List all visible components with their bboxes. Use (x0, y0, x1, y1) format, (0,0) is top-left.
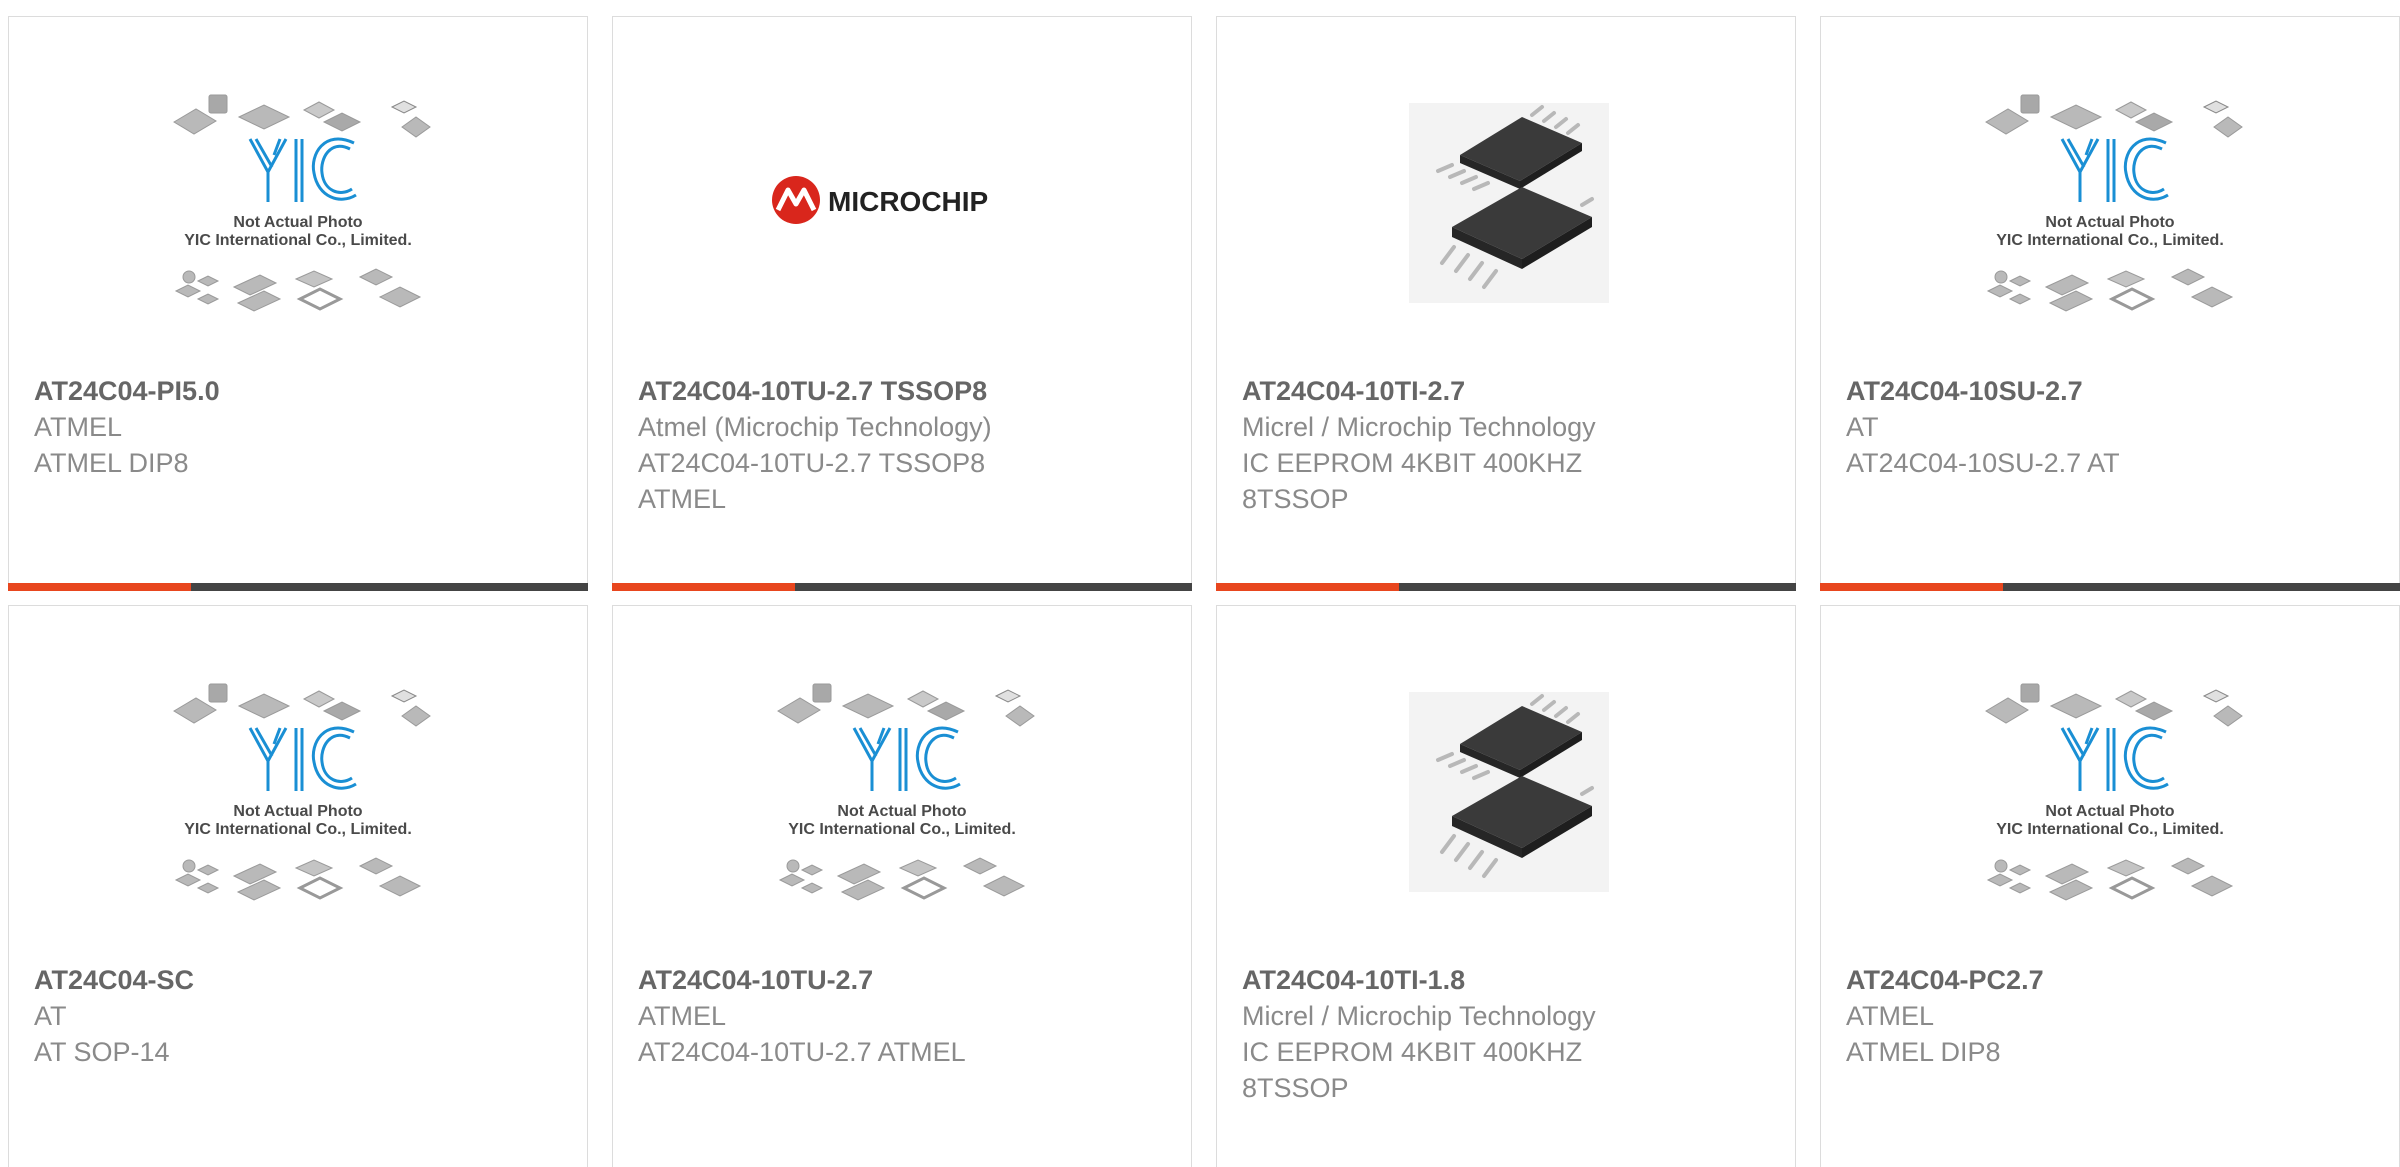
chip-packages-top-icon (173, 94, 431, 138)
yic-logo (248, 137, 357, 202)
product-description-line: AT24C04-10TU-2.7 TSSOP8 (638, 448, 986, 478)
card-accent-bar-base (2003, 583, 2400, 591)
placeholder-line-2: YIC International Co., Limited. (1996, 821, 2224, 838)
card-accent-bar-base (795, 583, 1192, 591)
product-description-line: ATMEL DIP8 (34, 448, 189, 478)
product-image[interactable]: MICROCHIP (768, 77, 1036, 323)
product-description-line: ATMEL DIP8 (1846, 1037, 2001, 1067)
product-image[interactable]: Not Actual Photo YIC International Co., … (164, 77, 432, 323)
card-accent-bar (612, 583, 1192, 591)
product-description-line: IC EEPROM 4KBIT 400KHZ (1242, 448, 1583, 478)
product-description-line: ATMEL (638, 484, 727, 514)
product-description-line: IC EEPROM 4KBIT 400KHZ (1242, 1037, 1583, 1067)
not-actual-photo-placeholder-image: Not Actual Photo YIC International Co., … (1985, 683, 2243, 901)
product-card[interactable]: AT24C04-10TI-1.8 Micrel / Microchip Techn… (1216, 605, 1796, 1167)
product-image[interactable]: Not Actual Photo YIC International Co., … (164, 666, 432, 912)
yic-logo (2060, 726, 2169, 791)
product-description-line: 8TSSOP (1242, 1073, 1349, 1103)
card-accent-bar (8, 583, 588, 591)
product-part-number[interactable]: AT24C04-10TI-2.7 (1242, 373, 1772, 409)
placeholder-line-2: YIC International Co., Limited. (1996, 232, 2224, 249)
product-info: AT24C04-10TU-2.7 ATMEL AT24C04-10TU-2.7 AT… (638, 962, 1168, 1070)
chip-packages-top-icon (777, 683, 1035, 727)
product-manufacturer: AT (34, 1001, 67, 1031)
placeholder-line-1: Not Actual Photo (233, 214, 362, 231)
product-manufacturer: Micrel / Microchip Technology (1242, 1001, 1596, 1031)
chip-packages-top-icon (1985, 94, 2243, 138)
product-part-number[interactable]: AT24C04-PC2.7 (1846, 962, 2376, 998)
yic-logo (852, 726, 961, 791)
product-card[interactable]: Not Actual Photo YIC International Co., … (8, 16, 588, 591)
chip-packages-bottom-icon (1986, 268, 2234, 312)
product-card[interactable]: MICROCHIP AT24C04-10TU-2.7 TSSOP8 Atmel (… (612, 16, 1192, 591)
product-manufacturer: ATMEL (638, 1001, 727, 1031)
product-manufacturer: AT (1846, 412, 1879, 442)
card-accent-bar-highlight (612, 583, 795, 591)
product-info: AT24C04-PC2.7 ATMEL ATMEL DIP8 (1846, 962, 2376, 1070)
product-info: AT24C04-10TI-2.7 Micrel / Microchip Techn… (1242, 373, 1772, 517)
placeholder-line-1: Not Actual Photo (233, 803, 362, 820)
product-manufacturer: Atmel (Microchip Technology) (638, 412, 992, 442)
product-image[interactable]: Not Actual Photo YIC International Co., … (1976, 666, 2244, 912)
product-card[interactable]: Not Actual Photo YIC International Co., … (1820, 16, 2400, 591)
not-actual-photo-placeholder-image: Not Actual Photo YIC International Co., … (1985, 94, 2243, 312)
card-accent-bar-highlight (1820, 583, 2003, 591)
yic-logo (2060, 137, 2169, 202)
not-actual-photo-placeholder-image: Not Actual Photo YIC International Co., … (173, 94, 431, 312)
microchip-wordmark: MICROCHIP (828, 186, 988, 217)
placeholder-line-2: YIC International Co., Limited. (184, 232, 412, 249)
card-accent-bar (1820, 583, 2400, 591)
placeholder-line-2: YIC International Co., Limited. (788, 821, 1016, 838)
product-manufacturer: Micrel / Microchip Technology (1242, 412, 1596, 442)
product-card[interactable]: Not Actual Photo YIC International Co., … (8, 605, 588, 1167)
product-info: AT24C04-10TU-2.7 TSSOP8 Atmel (Microchip … (638, 373, 1168, 517)
product-grid: Not Actual Photo YIC International Co., … (0, 0, 2400, 1167)
microchip-logo: MICROCHIP (772, 176, 988, 224)
product-part-number[interactable]: AT24C04-SC (34, 962, 564, 998)
product-card[interactable]: AT24C04-10TI-2.7 Micrel / Microchip Techn… (1216, 16, 1796, 591)
product-description-line: 8TSSOP (1242, 484, 1349, 514)
chip-packages-top-icon (173, 683, 431, 727)
chip-packages-top-icon (1985, 683, 2243, 727)
tssop-chip-photo (1409, 692, 1609, 892)
tssop-chip-photo (1409, 103, 1609, 303)
product-image[interactable]: Not Actual Photo YIC International Co., … (1976, 77, 2244, 323)
product-part-number[interactable]: AT24C04-10TU-2.7 (638, 962, 1168, 998)
not-actual-photo-placeholder-image: Not Actual Photo YIC International Co., … (777, 683, 1035, 901)
placeholder-line-2: YIC International Co., Limited. (184, 821, 412, 838)
product-part-number[interactable]: AT24C04-PI5.0 (34, 373, 564, 409)
product-description-line: AT SOP-14 (34, 1037, 170, 1067)
product-part-number[interactable]: AT24C04-10SU-2.7 (1846, 373, 2376, 409)
product-description-line: AT24C04-10TU-2.7 ATMEL (638, 1037, 966, 1067)
product-image[interactable] (1372, 77, 1640, 323)
microchip-emblem-icon (772, 176, 820, 224)
product-info: AT24C04-10SU-2.7 AT AT24C04-10SU-2.7 AT (1846, 373, 2376, 481)
product-description-line: AT24C04-10SU-2.7 AT (1846, 448, 2120, 478)
product-info: AT24C04-10TI-1.8 Micrel / Microchip Techn… (1242, 962, 1772, 1106)
card-accent-bar-base (191, 583, 588, 591)
card-accent-bar-highlight (1216, 583, 1399, 591)
product-card[interactable]: Not Actual Photo YIC International Co., … (612, 605, 1192, 1167)
placeholder-line-1: Not Actual Photo (2045, 214, 2174, 231)
product-card[interactable]: Not Actual Photo YIC International Co., … (1820, 605, 2400, 1167)
product-part-number[interactable]: AT24C04-10TU-2.7 TSSOP8 (638, 373, 1168, 409)
not-actual-photo-placeholder-image: Not Actual Photo YIC International Co., … (173, 683, 431, 901)
chip-packages-bottom-icon (174, 857, 422, 901)
product-info: AT24C04-SC AT AT SOP-14 (34, 962, 564, 1070)
chip-packages-bottom-icon (778, 857, 1026, 901)
yic-logo (248, 726, 357, 791)
product-image[interactable] (1372, 666, 1640, 912)
placeholder-line-1: Not Actual Photo (2045, 803, 2174, 820)
placeholder-line-1: Not Actual Photo (837, 803, 966, 820)
product-manufacturer: ATMEL (1846, 1001, 1935, 1031)
product-info: AT24C04-PI5.0 ATMEL ATMEL DIP8 (34, 373, 564, 481)
chip-packages-bottom-icon (1986, 857, 2234, 901)
card-accent-bar-highlight (8, 583, 191, 591)
card-accent-bar-base (1399, 583, 1796, 591)
product-image[interactable]: Not Actual Photo YIC International Co., … (768, 666, 1036, 912)
product-part-number[interactable]: AT24C04-10TI-1.8 (1242, 962, 1772, 998)
product-manufacturer: ATMEL (34, 412, 123, 442)
card-accent-bar (1216, 583, 1796, 591)
chip-packages-bottom-icon (174, 268, 422, 312)
